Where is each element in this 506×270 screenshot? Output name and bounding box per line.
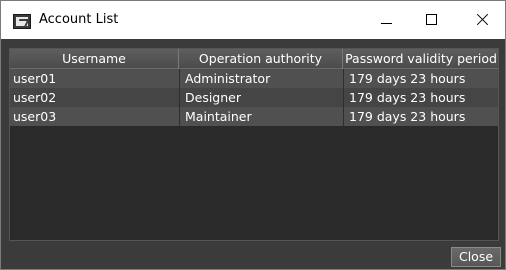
app-window-icon <box>13 14 31 29</box>
table-header: Username Operation authority Password va… <box>10 49 498 69</box>
cell-username: user03 <box>13 109 57 124</box>
cell-password-validity: 179 days 23 hours <box>343 88 498 107</box>
cell-password-validity: 179 days 23 hours <box>343 69 498 88</box>
table-row[interactable]: user02 Designer 179 days 23 hours <box>10 88 498 107</box>
cell-username: user02 <box>13 90 57 105</box>
cell-operation-authority: Administrator <box>179 69 343 88</box>
dialog-body: Username Operation authority Password va… <box>1 39 505 269</box>
cell-operation-authority: Designer <box>179 88 343 107</box>
table-row[interactable]: user01 Administrator 179 days 23 hours <box>10 69 498 88</box>
column-header-username[interactable]: Username <box>10 49 179 69</box>
table-row[interactable]: user03 Maintainer 179 days 23 hours <box>10 107 498 126</box>
cell-username: user01 <box>13 71 57 86</box>
column-header-operation-authority[interactable]: Operation authority <box>179 49 343 69</box>
minimize-icon[interactable] <box>363 1 409 39</box>
column-header-password-validity[interactable]: Password validity period <box>343 49 498 69</box>
cell-password-validity: 179 days 23 hours <box>343 107 498 126</box>
close-icon[interactable] <box>459 1 505 39</box>
cell-operation-authority: Maintainer <box>179 107 343 126</box>
title-bar[interactable]: Account List <box>1 1 505 39</box>
window-title: Account List <box>39 12 119 27</box>
account-table: Username Operation authority Password va… <box>9 48 499 241</box>
account-list-window: Account List Username Operation authorit… <box>0 0 506 270</box>
maximize-icon[interactable] <box>409 1 455 39</box>
close-button[interactable]: Close <box>451 247 501 267</box>
